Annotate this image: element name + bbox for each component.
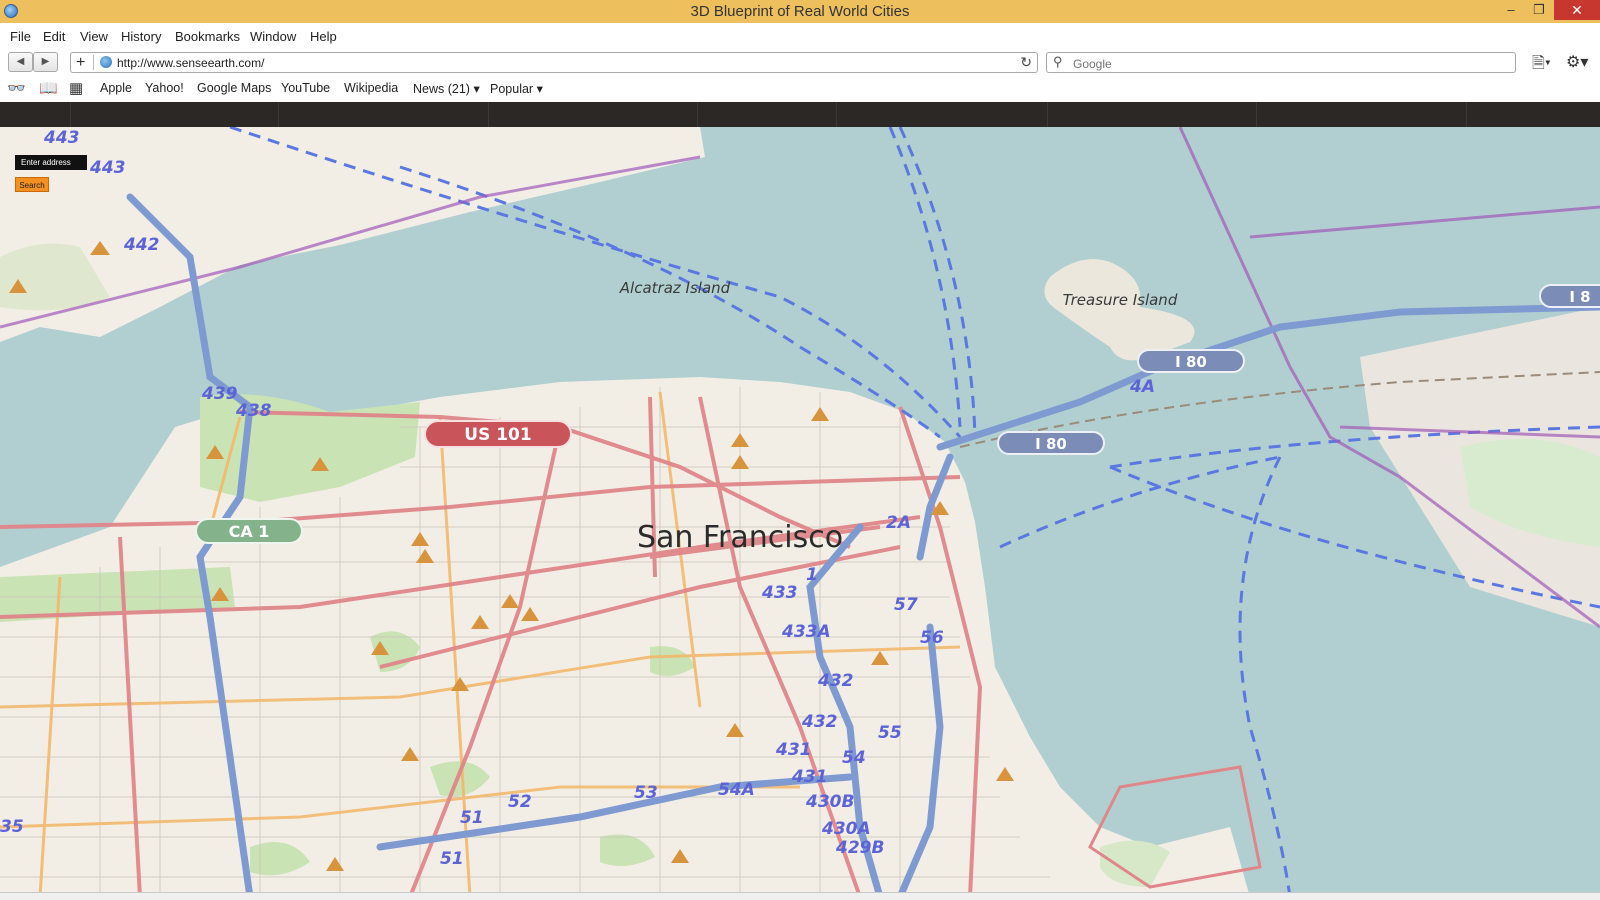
exit-label: 54 <box>842 748 866 768</box>
globe-icon <box>100 56 112 68</box>
strip-divider <box>697 102 698 127</box>
search-button[interactable]: Search <box>15 177 49 192</box>
exit-label: 433A <box>781 622 831 642</box>
strip-divider <box>488 102 489 127</box>
svg-text:I 80: I 80 <box>1035 435 1067 453</box>
menu-edit[interactable]: Edit <box>43 29 65 44</box>
exit-label: 4A <box>1129 377 1155 397</box>
exit-label: 432 <box>801 712 838 732</box>
bookmarks-bar: 👓 📖 ▦ Apple Yahoo! Google Maps YouTube W… <box>0 77 1600 101</box>
reading-list-icon[interactable]: 👓 <box>7 79 26 97</box>
url-text[interactable]: http://www.senseearth.com/ <box>117 56 264 70</box>
bookmark-apple[interactable]: Apple <box>100 81 132 95</box>
bookmark-youtube[interactable]: YouTube <box>281 81 330 95</box>
title-bar: 3D Blueprint of Real World Cities – ❐ ✕ <box>0 0 1600 23</box>
exit-label: 51 <box>460 808 484 828</box>
svg-text:CA 1: CA 1 <box>229 522 270 541</box>
gear-icon[interactable]: ⚙▾ <box>1566 52 1588 72</box>
search-icon[interactable]: ⚲ <box>1053 54 1063 70</box>
label-alcatraz: Alcatraz Island <box>619 279 731 297</box>
exit-label: 443 <box>89 158 126 178</box>
menu-file[interactable]: File <box>10 29 31 44</box>
shield-us101: US 101 <box>424 420 572 448</box>
exit-label: 429B <box>835 838 884 858</box>
exit-label: 57 <box>894 595 918 615</box>
exit-label: 1 <box>806 565 818 585</box>
top-sites-grid-icon[interactable]: ▦ <box>69 79 83 97</box>
svg-text:US 101: US 101 <box>464 425 531 445</box>
search-bar[interactable]: ⚲ <box>1046 52 1516 73</box>
treasure-island <box>1044 259 1195 361</box>
reload-icon[interactable]: ↻ <box>1020 54 1032 71</box>
window-title: 3D Blueprint of Real World Cities <box>690 3 910 20</box>
exit-label: 430B <box>805 792 854 812</box>
strip-divider <box>70 102 71 127</box>
chevron-down-icon: ▾ <box>536 82 543 96</box>
svg-text:I 8: I 8 <box>1569 288 1590 306</box>
exit-label: 54A <box>718 780 755 800</box>
strip-divider <box>278 102 279 127</box>
bookmark-wikipedia[interactable]: Wikipedia <box>344 81 398 95</box>
exit-label: 439 <box>201 384 238 404</box>
bookmark-yahoo[interactable]: Yahoo! <box>145 81 184 95</box>
exit-label: 2A <box>886 513 911 533</box>
strip-divider <box>1466 102 1467 127</box>
shield-ca1: CA 1 <box>195 518 303 544</box>
exit-label: 56 <box>920 628 944 648</box>
page-menu-icon[interactable]: 🗎▾ <box>1532 52 1551 79</box>
minimize-icon[interactable]: – <box>1498 0 1524 20</box>
menu-bar: File Edit View History Bookmarks Window … <box>0 23 1600 49</box>
back-button[interactable]: ◀ <box>8 52 33 72</box>
label-san-francisco: San Francisco <box>637 520 843 555</box>
address-separator <box>93 55 94 70</box>
bookmarks-book-icon[interactable]: 📖 <box>39 79 58 97</box>
menu-bookmarks[interactable]: Bookmarks <box>175 29 240 44</box>
strip-divider <box>836 102 837 127</box>
exit-label: 432 <box>817 671 854 691</box>
exit-label: 431 <box>791 767 828 787</box>
address-input[interactable]: Enter address <box>15 155 87 170</box>
exit-label: 438 <box>235 401 272 421</box>
add-bookmark-icon[interactable]: + <box>76 53 85 72</box>
svg-text:I 80: I 80 <box>1175 353 1207 371</box>
chevron-down-icon: ▾ <box>473 82 480 96</box>
exit-label: 55 <box>878 723 902 743</box>
map-view[interactable]: US 101 CA 1 I 80 I 80 I 8 San Francisco … <box>0 127 1600 897</box>
exit-label: 35 <box>0 817 24 837</box>
label-treasure-island: Treasure Island <box>1063 291 1178 309</box>
exit-label: 53 <box>634 783 658 803</box>
exit-label: 443 <box>43 128 80 148</box>
exit-label: 52 <box>508 792 532 812</box>
exit-label: 51 <box>440 849 464 869</box>
status-bar <box>0 892 1600 900</box>
map-canvas[interactable]: US 101 CA 1 I 80 I 80 I 8 San Francisco … <box>0 127 1600 897</box>
bookmark-popular[interactable]: Popular ▾ <box>490 81 543 96</box>
page-header-strip <box>0 102 1600 127</box>
exit-label: 433 <box>761 583 798 603</box>
news-label: News (21) <box>413 82 470 96</box>
bookmark-google-maps[interactable]: Google Maps <box>197 81 271 95</box>
menu-help[interactable]: Help <box>310 29 337 44</box>
exit-label: 431 <box>775 740 812 760</box>
shield-i80: I 80 <box>1137 349 1245 373</box>
strip-divider <box>1256 102 1257 127</box>
nav-toolbar: ◀ ▶ + http://www.senseearth.com/ ↻ ⚲ 🗎▾ … <box>0 49 1600 77</box>
forward-button[interactable]: ▶ <box>33 52 58 72</box>
menu-view[interactable]: View <box>80 29 108 44</box>
address-bar[interactable]: + http://www.senseearth.com/ ↻ <box>70 52 1038 73</box>
popular-label: Popular <box>490 82 534 96</box>
shield-i8-partial: I 8 <box>1539 284 1600 308</box>
bookmark-news[interactable]: News (21) ▾ <box>413 81 480 96</box>
restore-icon[interactable]: ❐ <box>1526 0 1552 20</box>
shield-i80: I 80 <box>997 431 1105 455</box>
exit-label: 442 <box>123 235 160 255</box>
close-icon[interactable]: ✕ <box>1554 0 1600 20</box>
search-input[interactable] <box>1071 54 1505 73</box>
exit-label: 430A <box>821 819 871 839</box>
strip-divider <box>1047 102 1048 127</box>
menu-window[interactable]: Window <box>250 29 296 44</box>
menu-history[interactable]: History <box>121 29 161 44</box>
